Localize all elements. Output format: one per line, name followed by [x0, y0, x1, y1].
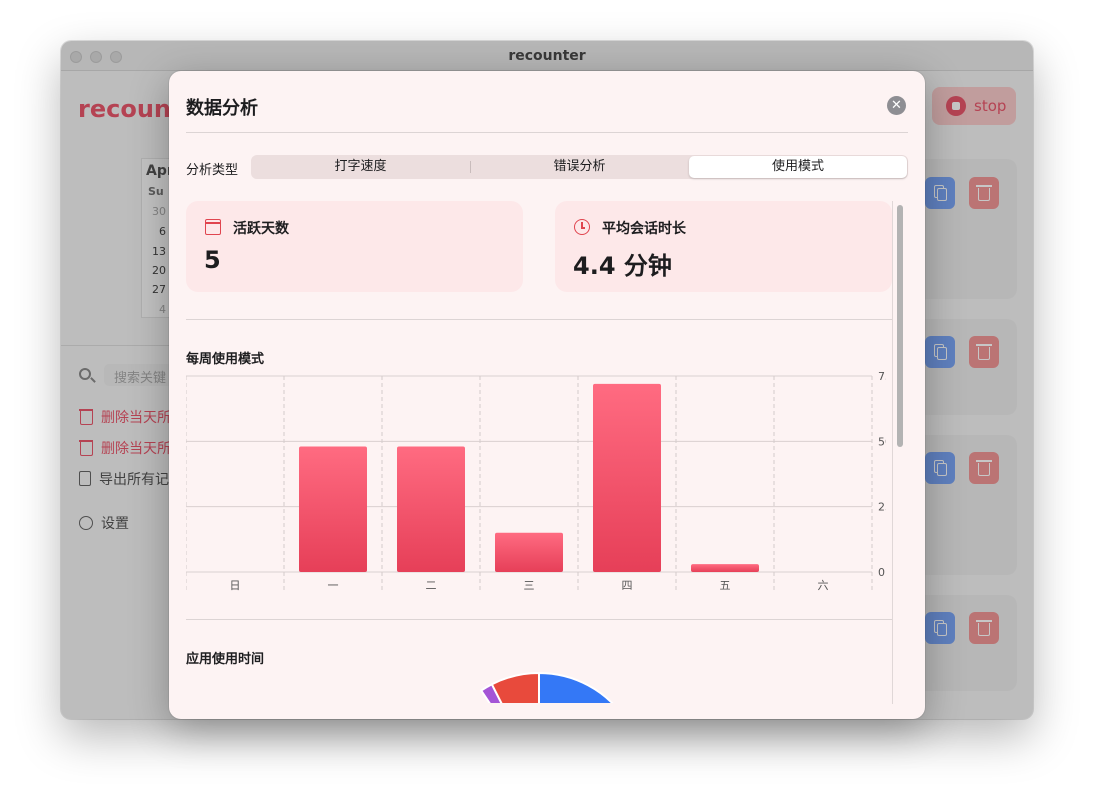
- stat-title: 活跃天数: [233, 221, 289, 237]
- title-divider: [186, 132, 908, 133]
- weekly-usage-title: 每周使用模式: [186, 352, 265, 367]
- section-divider: [186, 619, 892, 620]
- segment-typing-speed[interactable]: 打字速度: [251, 155, 470, 179]
- analysis-type-label: 分析类型: [186, 163, 239, 178]
- clock-icon: [574, 219, 590, 235]
- scrollbar-track: [892, 201, 893, 704]
- analysis-sheet: 数据分析 ✕ 分析类型 打字速度 错误分析 使用模式 活跃天数 5 平均会话时长…: [169, 71, 925, 719]
- pie-slice[interactable]: [538, 671, 625, 703]
- analysis-type-segmented-control: 打字速度 错误分析 使用模式: [251, 155, 908, 179]
- stat-value: 4.4 分钟: [573, 252, 672, 280]
- stat-card-active-days: 活跃天数 5: [186, 201, 523, 292]
- calendar-icon: [205, 219, 221, 235]
- bar-三[interactable]: [495, 532, 563, 572]
- x-tick-label: 五: [720, 579, 731, 592]
- x-tick-label: 六: [818, 579, 829, 592]
- bar-二[interactable]: [397, 446, 465, 572]
- x-tick-label: 一: [328, 579, 339, 592]
- app-usage-pie-chart: [479, 671, 625, 703]
- stat-title: 平均会话时长: [602, 221, 686, 237]
- scrollbar-thumb[interactable]: [897, 205, 903, 447]
- segment-error-analysis[interactable]: 错误分析: [470, 155, 689, 179]
- section-divider: [186, 319, 892, 320]
- bar-四[interactable]: [593, 383, 661, 572]
- y-tick-label: 0: [878, 566, 885, 579]
- x-tick-label: 日: [230, 579, 241, 592]
- segment-usage-pattern[interactable]: 使用模式: [689, 156, 907, 178]
- stat-value: 5: [204, 246, 221, 274]
- app-usage-title: 应用使用时间: [186, 652, 265, 667]
- x-tick-label: 四: [622, 579, 633, 592]
- x-tick-label: 二: [426, 579, 437, 592]
- stat-card-avg-session: 平均会话时长 4.4 分钟: [555, 201, 892, 292]
- x-tick-label: 三: [524, 579, 535, 592]
- y-tick-label: 75: [878, 370, 886, 383]
- close-icon: ✕: [891, 98, 902, 113]
- y-tick-label: 25: [878, 501, 886, 514]
- y-tick-label: 50: [878, 435, 886, 448]
- bar-一[interactable]: [299, 446, 367, 572]
- weekly-usage-bar-chart: 0 25 50 75 日 一 二 三 四 五 六: [186, 370, 886, 592]
- sheet-title: 数据分析: [186, 98, 258, 119]
- bar-五[interactable]: [691, 564, 759, 572]
- close-sheet-button[interactable]: ✕: [887, 96, 906, 115]
